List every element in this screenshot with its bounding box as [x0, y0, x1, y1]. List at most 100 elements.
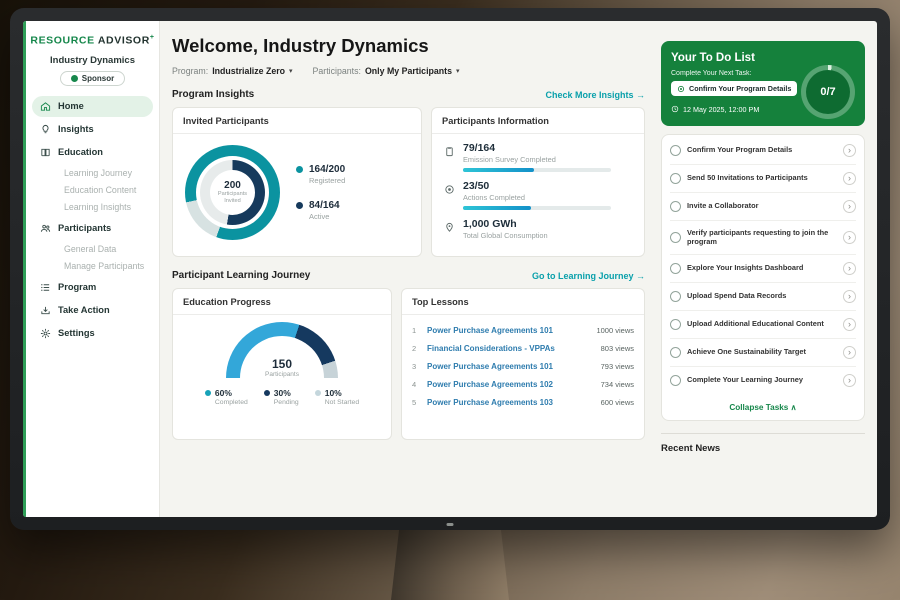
task-row-send-invitations[interactable]: Send 50 Invitations to Participants ›: [670, 165, 856, 193]
chevron-up-icon: ∧: [791, 403, 797, 412]
task-checkbox[interactable]: [670, 347, 681, 358]
next-task-pill[interactable]: Confirm Your Program Details: [671, 81, 797, 96]
chevron-right-icon[interactable]: ›: [843, 318, 856, 331]
donut-center-value: 200: [224, 180, 241, 191]
check-more-insights-link[interactable]: Check More Insights →: [545, 90, 645, 100]
clipboard-icon: [444, 144, 455, 155]
chevron-right-icon[interactable]: ›: [843, 144, 856, 157]
org-name: Industry Dynamics: [26, 55, 159, 66]
task-checkbox[interactable]: [670, 173, 681, 184]
sidebar-item-program[interactable]: Program: [32, 277, 153, 298]
teal-dot-icon: [296, 166, 303, 173]
chevron-right-icon[interactable]: ›: [843, 374, 856, 387]
task-row-verify-participants[interactable]: Verify participants requesting to join t…: [670, 221, 856, 255]
page-title: Welcome, Industry Dynamics: [172, 35, 645, 57]
lesson-rank: 3: [412, 362, 420, 371]
participants-filter[interactable]: Participants: Only My Participants ▾: [313, 66, 460, 76]
sidebar-item-take-action[interactable]: Take Action: [32, 300, 153, 321]
chevron-right-icon[interactable]: ›: [843, 262, 856, 275]
legend-value: 84/164: [309, 200, 340, 211]
progress-bar: [463, 206, 611, 210]
sidebar-item-education-content[interactable]: Education Content: [32, 182, 153, 199]
section-title: Participant Learning Journey: [172, 270, 310, 281]
lesson-link[interactable]: Financial Considerations - VPPAs: [427, 344, 594, 353]
legend-label: Completed: [215, 399, 248, 406]
stat-label: Actions Completed: [463, 193, 611, 202]
todo-task-list: Confirm Your Program Details › Send 50 I…: [661, 134, 865, 421]
monitor-stand: [391, 528, 509, 600]
arrow-right-icon: →: [636, 90, 645, 100]
lesson-views: 734 views: [601, 380, 634, 389]
gear-icon: [40, 328, 51, 339]
sidebar-item-learning-insights[interactable]: Learning Insights: [32, 199, 153, 216]
home-icon: [40, 101, 51, 112]
legend-registered: 164/200 Registered: [296, 164, 345, 185]
arrow-right-icon: →: [636, 271, 645, 281]
lesson-link[interactable]: Power Purchase Agreements 101: [427, 326, 589, 335]
sidebar: RESOURCE ADVISOR+ Industry Dynamics Spon…: [26, 21, 160, 517]
program-filter-value[interactable]: Industrialize Zero: [212, 66, 285, 76]
next-task-label: Confirm Your Program Details: [689, 84, 791, 93]
task-checkbox[interactable]: [670, 201, 681, 212]
program-filter[interactable]: Program: Industrialize Zero ▾: [172, 66, 293, 76]
sidebar-item-general-data[interactable]: General Data: [32, 241, 153, 258]
book-icon: [40, 147, 51, 158]
lesson-link[interactable]: Power Purchase Agreements 102: [427, 380, 594, 389]
lesson-row: 3 Power Purchase Agreements 101 793 view…: [412, 357, 634, 375]
section-title: Program Insights: [172, 89, 254, 100]
chevron-right-icon[interactable]: ›: [843, 290, 856, 303]
lesson-views: 803 views: [601, 344, 634, 353]
lesson-views: 600 views: [601, 398, 634, 407]
chevron-down-icon: ▾: [456, 67, 460, 75]
task-label: Invite a Collaborator: [687, 201, 837, 211]
sidebar-item-participants[interactable]: Participants: [32, 218, 153, 239]
task-row-complete-learning-journey[interactable]: Complete Your Learning Journey ›: [670, 367, 856, 394]
sidebar-item-learning-journey[interactable]: Learning Journey: [32, 165, 153, 182]
card-title: Participants Information: [432, 108, 644, 134]
go-to-learning-journey-link[interactable]: Go to Learning Journey →: [532, 271, 645, 281]
photo-background: RESOURCE ADVISOR+ Industry Dynamics Spon…: [0, 0, 900, 600]
people-icon: [40, 223, 51, 234]
pin-icon: [444, 220, 455, 231]
task-row-achieve-target[interactable]: Achieve One Sustainability Target ›: [670, 339, 856, 367]
chevron-down-icon: ▾: [289, 67, 293, 75]
task-checkbox[interactable]: [670, 145, 681, 156]
legend-value: 164/200: [309, 164, 345, 175]
task-checkbox[interactable]: [670, 263, 681, 274]
lesson-link[interactable]: Power Purchase Agreements 103: [427, 398, 594, 407]
sidebar-item-label: Settings: [58, 328, 95, 338]
due-date-label: 12 May 2025, 12:00 PM: [683, 105, 759, 114]
chevron-right-icon[interactable]: ›: [843, 346, 856, 359]
gauge-center-label: Participants: [226, 371, 338, 378]
task-row-confirm-program[interactable]: Confirm Your Program Details ›: [670, 137, 856, 165]
lesson-rank: 5: [412, 398, 420, 407]
task-row-invite-collaborator[interactable]: Invite a Collaborator ›: [670, 193, 856, 221]
gauge-legend: 60% Completed 30% Pending: [205, 388, 359, 406]
chevron-right-icon[interactable]: ›: [843, 231, 856, 244]
task-checkbox[interactable]: [670, 232, 681, 243]
chevron-right-icon[interactable]: ›: [843, 172, 856, 185]
task-row-explore-insights[interactable]: Explore Your Insights Dashboard ›: [670, 255, 856, 283]
brand-edge-strip: [23, 21, 26, 517]
collapse-tasks-link[interactable]: Collapse Tasks ∧: [670, 394, 856, 420]
task-row-upload-educational-content[interactable]: Upload Additional Educational Content ›: [670, 311, 856, 339]
logo-resource: RESOURCE: [30, 35, 94, 47]
task-checkbox[interactable]: [670, 375, 681, 386]
lesson-rank: 2: [412, 344, 420, 353]
task-checkbox[interactable]: [670, 319, 681, 330]
lesson-link[interactable]: Power Purchase Agreements 101: [427, 362, 594, 371]
sidebar-item-home[interactable]: Home: [32, 96, 153, 117]
sponsor-icon: [71, 75, 78, 82]
sidebar-item-insights[interactable]: Insights: [32, 119, 153, 140]
target-icon: [677, 85, 685, 93]
logo-plus: +: [150, 34, 155, 41]
participants-filter-label: Participants:: [313, 66, 361, 76]
participants-filter-value[interactable]: Only My Participants: [365, 66, 452, 76]
invited-participants-donut-chart: 200 Participants Invited: [185, 145, 280, 240]
sidebar-item-settings[interactable]: Settings: [32, 323, 153, 344]
sidebar-item-education[interactable]: Education: [32, 142, 153, 163]
sidebar-item-manage-participants[interactable]: Manage Participants: [32, 258, 153, 275]
chevron-right-icon[interactable]: ›: [843, 200, 856, 213]
task-checkbox[interactable]: [670, 291, 681, 302]
task-row-upload-spend-data[interactable]: Upload Spend Data Records ›: [670, 283, 856, 311]
